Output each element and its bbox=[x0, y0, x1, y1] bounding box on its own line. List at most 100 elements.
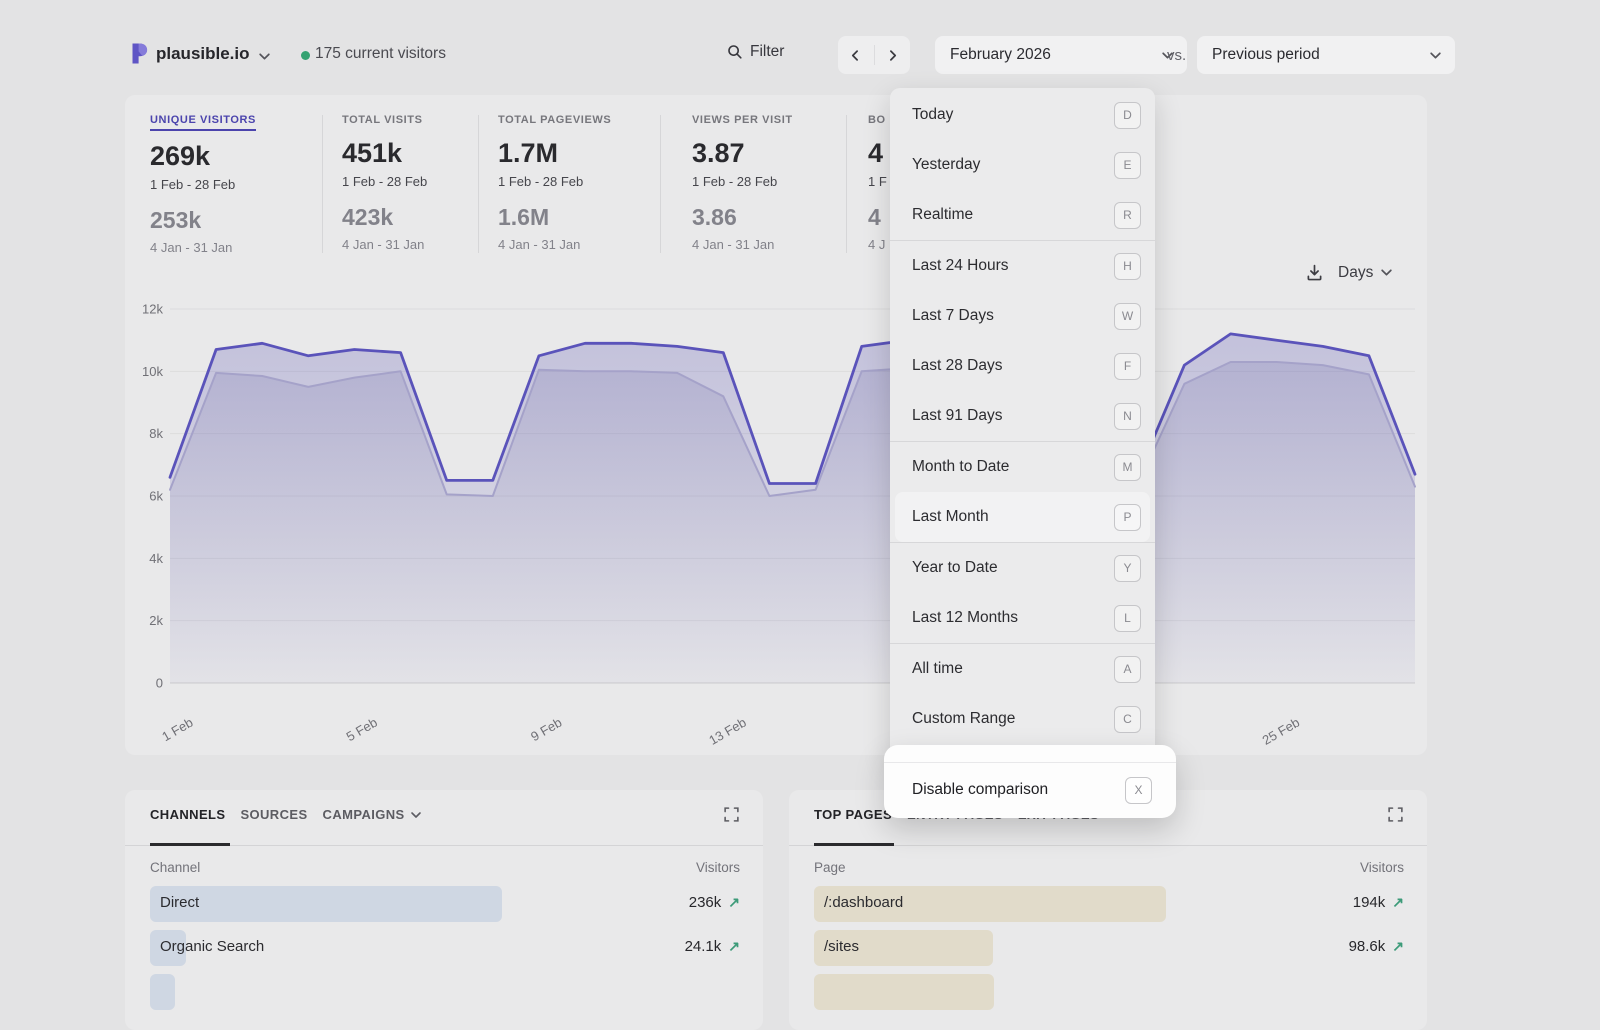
panel-rows: /:dashboard 194k ↗ /sites 98.6k ↗ bbox=[814, 886, 1404, 1018]
menu-item-label: Realtime bbox=[912, 206, 973, 224]
stat-label[interactable]: VIEWS PER VISIT bbox=[692, 114, 793, 126]
current-visitors-text[interactable]: 175 current visitors bbox=[315, 45, 446, 63]
stat-divider bbox=[478, 115, 479, 253]
table-row[interactable]: /:dashboard 194k ↗ bbox=[814, 886, 1404, 922]
filter-button[interactable]: Filter bbox=[727, 43, 784, 61]
svg-text:5 Feb: 5 Feb bbox=[344, 715, 380, 745]
row-visitors: 24.1k ↗ bbox=[685, 938, 740, 955]
stat-prev-period: 4 Jan - 31 Jan bbox=[692, 237, 793, 252]
interval-dropdown-button[interactable]: Days bbox=[1338, 264, 1393, 282]
table-row[interactable]: Organic Search 24.1k ↗ bbox=[150, 930, 740, 966]
main-metrics-card: 02k4k6k8k10k12k1 Feb5 Feb9 Feb13 Feb17 F… bbox=[125, 95, 1427, 755]
stat-label[interactable]: UNIQUE VISITORS bbox=[150, 114, 256, 131]
stat-label[interactable]: TOTAL PAGEVIEWS bbox=[498, 114, 611, 126]
table-row[interactable] bbox=[814, 974, 1404, 1010]
stat-value: 1.7M bbox=[498, 138, 611, 169]
menu-item-last-month[interactable]: Last Month P bbox=[895, 492, 1150, 542]
menu-item-last-24-hours[interactable]: Last 24 HoursH bbox=[890, 241, 1155, 291]
stat-period: 1 Feb - 28 Feb bbox=[342, 174, 427, 189]
date-range-label: February 2026 bbox=[950, 46, 1051, 64]
panel-rows: Direct 236k ↗ Organic Search 24.1k ↗ bbox=[150, 886, 740, 1018]
stat-card-4[interactable]: VIEWS PER VISIT3.871 Feb - 28 Feb3.864 J… bbox=[692, 110, 793, 252]
shortcut-key-badge: R bbox=[1114, 202, 1141, 229]
stat-card-1[interactable]: UNIQUE VISITORS269k1 Feb - 28 Feb253k4 J… bbox=[150, 110, 256, 255]
row-bar bbox=[814, 974, 994, 1010]
stat-period: 1 Feb - 28 Feb bbox=[692, 174, 793, 189]
menu-item-label: Last 91 Days bbox=[912, 407, 1002, 425]
trend-up-arrow-icon: ↗ bbox=[1392, 894, 1404, 911]
tab-top-pages[interactable]: TOP PAGES bbox=[814, 807, 892, 822]
menu-item-realtime[interactable]: Realtime R bbox=[890, 190, 1155, 240]
menu-item-last-12-months[interactable]: Last 12 Months L bbox=[890, 593, 1155, 643]
date-range-picker-button[interactable]: February 2026 bbox=[935, 36, 1187, 74]
active-tab-underline bbox=[814, 843, 894, 846]
site-switcher-label[interactable]: plausible.io bbox=[156, 44, 250, 64]
stat-prev-value: 4 bbox=[868, 204, 887, 231]
stat-label[interactable]: BO bbox=[868, 114, 886, 126]
site-switcher-chevron-down-icon[interactable] bbox=[258, 50, 271, 63]
menu-item-year-to-date[interactable]: Year to DateY bbox=[890, 543, 1155, 593]
stat-period: 1 F bbox=[868, 174, 887, 189]
menu-section: TodayDYesterdayE Realtime R bbox=[890, 90, 1155, 240]
disable-comparison-menu-item[interactable]: Disable comparison X bbox=[912, 762, 1152, 818]
expand-icon[interactable] bbox=[1387, 806, 1404, 823]
table-row[interactable]: /sites 98.6k ↗ bbox=[814, 930, 1404, 966]
svg-text:6k: 6k bbox=[149, 489, 163, 504]
stat-label[interactable]: TOTAL VISITS bbox=[342, 114, 423, 126]
svg-text:4k: 4k bbox=[149, 551, 163, 566]
stat-divider bbox=[660, 115, 661, 253]
download-icon[interactable] bbox=[1305, 263, 1324, 282]
menu-item-last-7-days[interactable]: Last 7 DaysW bbox=[890, 291, 1155, 341]
comparison-picker-button[interactable]: Previous period bbox=[1197, 36, 1455, 74]
comparison-chevron-down-icon bbox=[1429, 49, 1442, 62]
stat-value: 3.87 bbox=[692, 138, 793, 169]
row-name[interactable]: Direct bbox=[160, 894, 199, 911]
live-visitors-dot-icon bbox=[301, 51, 310, 60]
col-name: Page bbox=[814, 860, 846, 875]
shortcut-key-badge: W bbox=[1114, 303, 1141, 330]
col-visitors: Visitors bbox=[1360, 860, 1404, 875]
next-period-arrow-button[interactable] bbox=[875, 36, 911, 74]
stat-value: 4 bbox=[868, 138, 887, 169]
shortcut-key-badge: M bbox=[1114, 454, 1141, 481]
prev-period-arrow-button[interactable] bbox=[838, 36, 874, 74]
svg-text:10k: 10k bbox=[142, 364, 163, 379]
menu-item-label: Last 12 Months bbox=[912, 609, 1018, 627]
stat-card-3[interactable]: TOTAL PAGEVIEWS1.7M1 Feb - 28 Feb1.6M4 J… bbox=[498, 110, 611, 252]
menu-item-all-time[interactable]: All timeA bbox=[890, 644, 1155, 694]
menu-item-label: Last 28 Days bbox=[912, 357, 1002, 375]
menu-section: Year to DateY Last 12 Months L bbox=[890, 542, 1155, 643]
menu-item-last-91-days[interactable]: Last 91 DaysN bbox=[890, 391, 1155, 441]
menu-item-last-28-days[interactable]: Last 28 DaysF bbox=[890, 341, 1155, 391]
stat-prev-period: 4 Jan - 31 Jan bbox=[150, 240, 256, 255]
menu-item-label: Custom Range bbox=[912, 710, 1015, 728]
row-visitors: 236k ↗ bbox=[689, 894, 740, 911]
stat-card-5[interactable]: BO41 F44 J bbox=[868, 110, 887, 252]
stat-prev-value: 1.6M bbox=[498, 204, 611, 231]
table-row[interactable] bbox=[150, 974, 740, 1010]
tab-sources[interactable]: SOURCES bbox=[240, 807, 307, 822]
row-name[interactable]: Organic Search bbox=[160, 938, 264, 955]
shortcut-key-badge: P bbox=[1114, 504, 1141, 531]
shortcut-key-badge: L bbox=[1114, 605, 1141, 632]
expand-icon[interactable] bbox=[723, 806, 740, 823]
menu-item-yesterday[interactable]: YesterdayE bbox=[890, 140, 1155, 190]
menu-item-custom-range[interactable]: Custom RangeC bbox=[890, 694, 1155, 744]
menu-item-today[interactable]: TodayD bbox=[890, 90, 1155, 140]
table-row[interactable]: Direct 236k ↗ bbox=[150, 886, 740, 922]
row-visitors: 194k ↗ bbox=[1353, 894, 1404, 911]
row-name[interactable]: /:dashboard bbox=[824, 894, 903, 911]
tab-channels[interactable]: CHANNELS bbox=[150, 807, 225, 822]
shortcut-key-badge: E bbox=[1114, 152, 1141, 179]
svg-text:2k: 2k bbox=[149, 613, 163, 628]
menu-section: Month to DateM Last Month P bbox=[890, 441, 1155, 542]
stat-value: 269k bbox=[150, 141, 256, 172]
stat-card-2[interactable]: TOTAL VISITS451k1 Feb - 28 Feb423k4 Jan … bbox=[342, 110, 427, 252]
menu-item-label: Last 24 Hours bbox=[912, 257, 1009, 275]
menu-item-label: Last Month bbox=[912, 508, 989, 526]
stat-period: 1 Feb - 28 Feb bbox=[498, 174, 611, 189]
row-name[interactable]: /sites bbox=[824, 938, 859, 955]
filter-label: Filter bbox=[750, 43, 784, 61]
menu-item-month-to-date[interactable]: Month to DateM bbox=[890, 442, 1155, 492]
tab-campaigns[interactable]: CAMPAIGNS bbox=[323, 807, 422, 822]
